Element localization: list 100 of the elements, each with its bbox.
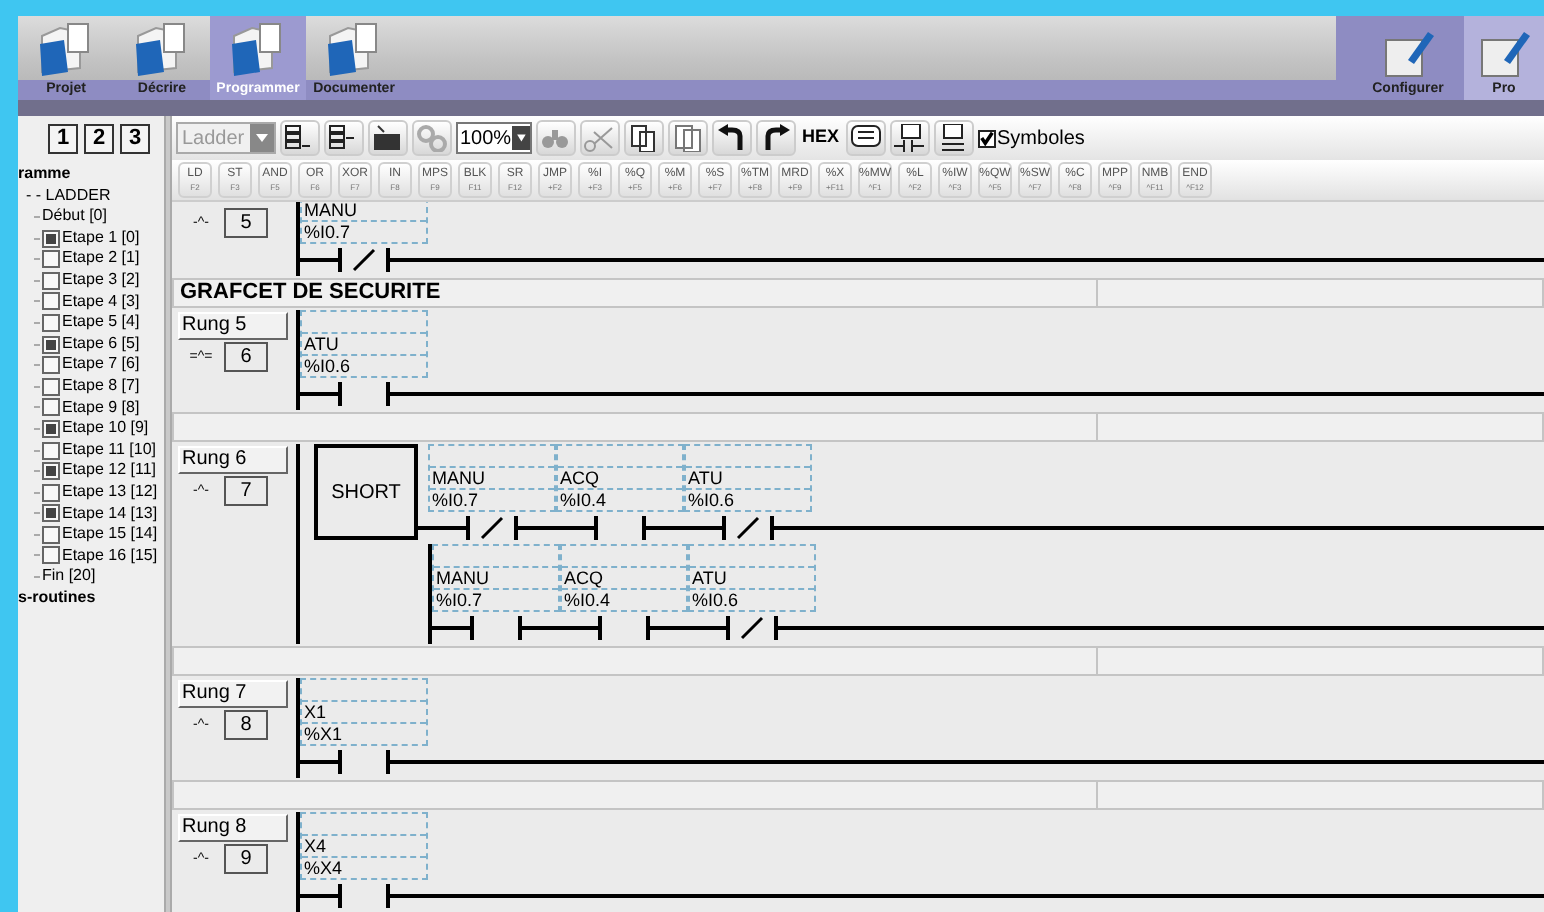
address-label: %I0.6 [690, 590, 741, 610]
rung-label[interactable]: Rung 8 [178, 814, 288, 842]
address-label: %X4 [302, 858, 345, 878]
zoom-dropdown[interactable]: 100% [456, 122, 532, 154]
tree-item[interactable]: Etape 1 [0] [62, 227, 140, 249]
address-label: %I0.6 [302, 356, 353, 376]
step-checkbox[interactable] [42, 419, 60, 438]
step-checkbox[interactable] [42, 229, 60, 248]
tree-item[interactable]: ramme [18, 164, 164, 186]
insert-rung-below-button[interactable] [324, 120, 364, 156]
tree-item[interactable]: Etape 9 [8] [62, 397, 140, 419]
tree-item[interactable]: Etape 12 [11] [62, 460, 156, 482]
step-checkbox[interactable] [42, 504, 60, 523]
step-checkbox[interactable] [42, 441, 60, 460]
symbol-label: X1 [302, 702, 426, 724]
copy-button[interactable] [624, 120, 664, 156]
redo-icon [760, 124, 792, 152]
symbol-label: ACQ [562, 568, 686, 590]
insert-rung-above-icon [284, 124, 316, 152]
step-checkbox[interactable] [42, 271, 60, 290]
tree-item[interactable]: Etape 7 [6] [62, 354, 140, 376]
function-block: SHORT [314, 444, 418, 540]
rung-number[interactable]: 8 [224, 710, 268, 740]
tree-item[interactable]: Etape 4 [3] [62, 291, 140, 313]
tree-item[interactable]: Etape 14 [13] [62, 503, 158, 525]
step-checkbox[interactable] [42, 525, 60, 544]
tree-item[interactable]: - - LADDER [18, 185, 164, 207]
symbol-label: ATU [690, 568, 814, 590]
rung-label[interactable]: Rung 7 [178, 680, 288, 708]
search-icon [540, 124, 572, 152]
normally-open-contact [560, 612, 688, 644]
step-checkbox[interactable] [42, 483, 60, 502]
step-checkbox[interactable] [42, 377, 60, 396]
tree-item[interactable]: Etape 8 [7] [62, 375, 140, 398]
rung-label[interactable]: Rung 5 [178, 312, 288, 340]
tree-item[interactable]: Etape 15 [14] [62, 524, 158, 546]
step-checkbox[interactable] [42, 313, 60, 332]
rung-number[interactable]: 5 [224, 208, 268, 238]
paste-icon [672, 124, 704, 152]
rung-label[interactable]: Rung 6 [178, 446, 288, 474]
step-checkbox[interactable] [42, 250, 60, 269]
sheet-button[interactable]: 3 [120, 124, 150, 154]
block-button[interactable] [368, 120, 408, 156]
tree-item[interactable]: Etape 16 [15] [62, 545, 158, 567]
step-checkbox[interactable] [42, 292, 60, 311]
sheet-button[interactable]: 2 [84, 124, 114, 154]
symbol-label: ATU [302, 334, 426, 356]
tree-item[interactable]: Etape 5 [4] [62, 312, 140, 334]
symbol-label: X4 [302, 836, 426, 858]
address-label: %I0.7 [302, 222, 353, 242]
symbol-label: MANU [430, 468, 554, 490]
redo-button[interactable] [756, 120, 796, 156]
tree-item[interactable]: Etape 3 [2] [62, 269, 140, 292]
link-icon [416, 124, 448, 152]
tree-item[interactable]: Etape 13 [12] [62, 481, 158, 503]
insert-rung-above-button[interactable] [280, 120, 320, 156]
step-checkbox[interactable] [42, 398, 60, 417]
step-checkbox[interactable] [42, 335, 60, 354]
address-label: %X1 [302, 724, 345, 744]
copy-icon [628, 124, 660, 152]
symbol-label: MANU [434, 568, 558, 590]
rung-number[interactable]: 6 [224, 342, 268, 372]
sheet-button[interactable]: 1 [48, 124, 78, 154]
rung-number[interactable]: 9 [224, 844, 268, 874]
step-checkbox[interactable] [42, 546, 60, 565]
symbol-label: ACQ [558, 468, 682, 490]
tree-item[interactable]: Etape 2 [1] [62, 248, 140, 270]
normally-open-contact [556, 512, 684, 544]
comment-button[interactable] [845, 120, 886, 156]
cut-icon [584, 124, 616, 152]
tree-item[interactable]: Début [0] [42, 206, 107, 228]
section-title: GRAFCET DE SECURITE [174, 280, 1098, 306]
symbols-checkbox[interactable]: Symboles [977, 123, 1085, 153]
symbol-comment-button[interactable] [933, 120, 974, 156]
address-label: %I0.7 [430, 490, 481, 510]
hex-button[interactable]: HEX [800, 120, 842, 156]
tree-item[interactable]: Etape 11 [10] [62, 439, 156, 461]
address-label: %I0.4 [562, 590, 613, 610]
normally-closed-contact [428, 512, 556, 544]
rung-number[interactable]: 7 [224, 476, 268, 506]
symbol-comment-icon [937, 124, 970, 152]
paste-button[interactable] [668, 120, 708, 156]
comment-icon [849, 124, 882, 152]
tree-item[interactable]: Etape 6 [5] [62, 333, 140, 355]
undo-button[interactable] [712, 120, 752, 156]
undo-icon [716, 124, 748, 152]
tree-item[interactable]: Fin [20] [42, 566, 96, 588]
search-button[interactable] [536, 120, 576, 156]
insert-rung-below-icon [328, 124, 360, 152]
symbol-label: ATU [686, 468, 810, 490]
rung-wire [418, 526, 428, 530]
checkmark-icon [979, 130, 994, 146]
address-label: %I0.4 [558, 490, 609, 510]
tree-item[interactable]: Etape 10 [9] [62, 418, 149, 440]
tree-item[interactable]: s-routines [18, 587, 164, 609]
step-checkbox[interactable] [42, 356, 60, 375]
contact-comment-button[interactable] [889, 120, 930, 156]
symbol-label: MANU [302, 202, 426, 222]
address-label: %I0.6 [686, 490, 737, 510]
step-checkbox[interactable] [42, 462, 60, 481]
